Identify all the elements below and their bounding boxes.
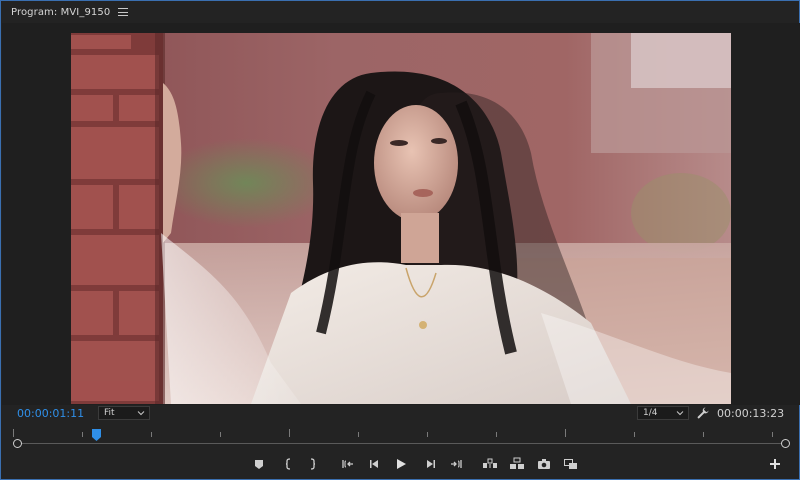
mark-in-icon: [285, 458, 291, 470]
mark-out-icon: [310, 458, 316, 470]
step-forward-icon: [427, 460, 435, 468]
mark-in-button[interactable]: [280, 456, 296, 472]
chevron-down-icon: [137, 411, 145, 416]
playback-resolution-value: 1/4: [643, 408, 658, 418]
mark-out-button[interactable]: [305, 456, 321, 472]
chevron-down-icon: [676, 411, 684, 416]
range-out-handle[interactable]: [781, 439, 790, 448]
panel-title[interactable]: Program: MVI_9150: [11, 7, 110, 18]
step-forward-button[interactable]: [422, 456, 438, 472]
duration-timecode: 00:00:13:23: [717, 407, 785, 420]
program-monitor-panel: Program: MVI_9150 00:00:01:11 Fit 1/4 00…: [0, 0, 800, 480]
extract-button[interactable]: [509, 456, 525, 472]
hamburger-menu-icon[interactable]: [118, 8, 129, 16]
go-to-out-icon: [451, 460, 462, 468]
comparison-view-button[interactable]: [563, 456, 579, 472]
add-marker-button[interactable]: [251, 456, 267, 472]
lift-icon: [483, 458, 497, 468]
plus-icon: [770, 459, 780, 469]
go-to-in-button[interactable]: [340, 456, 356, 472]
export-frame-button[interactable]: [536, 456, 552, 472]
step-back-button[interactable]: [367, 456, 383, 472]
video-frame-image: [71, 33, 731, 404]
panel-header: Program: MVI_9150: [1, 1, 799, 23]
playhead[interactable]: [91, 429, 101, 441]
wrench-icon[interactable]: [696, 406, 710, 420]
button-editor-button[interactable]: [767, 456, 783, 472]
play-button[interactable]: [393, 456, 409, 472]
zoom-level-dropdown[interactable]: Fit: [98, 406, 150, 420]
camera-icon: [538, 459, 550, 469]
go-to-in-icon: [342, 460, 353, 468]
zoom-level-value: Fit: [104, 408, 115, 418]
comparison-view-icon: [564, 459, 577, 469]
video-frame[interactable]: [71, 33, 731, 404]
add-marker-icon: [255, 460, 263, 469]
time-ruler[interactable]: [13, 427, 789, 447]
current-timecode[interactable]: 00:00:01:11: [17, 407, 84, 421]
range-in-handle[interactable]: [13, 439, 22, 448]
play-icon: [397, 459, 406, 469]
step-back-icon: [370, 460, 378, 468]
extract-icon: [510, 457, 524, 469]
playback-resolution-dropdown[interactable]: 1/4: [637, 406, 689, 420]
lift-button[interactable]: [482, 456, 498, 472]
go-to-out-button[interactable]: [448, 456, 464, 472]
